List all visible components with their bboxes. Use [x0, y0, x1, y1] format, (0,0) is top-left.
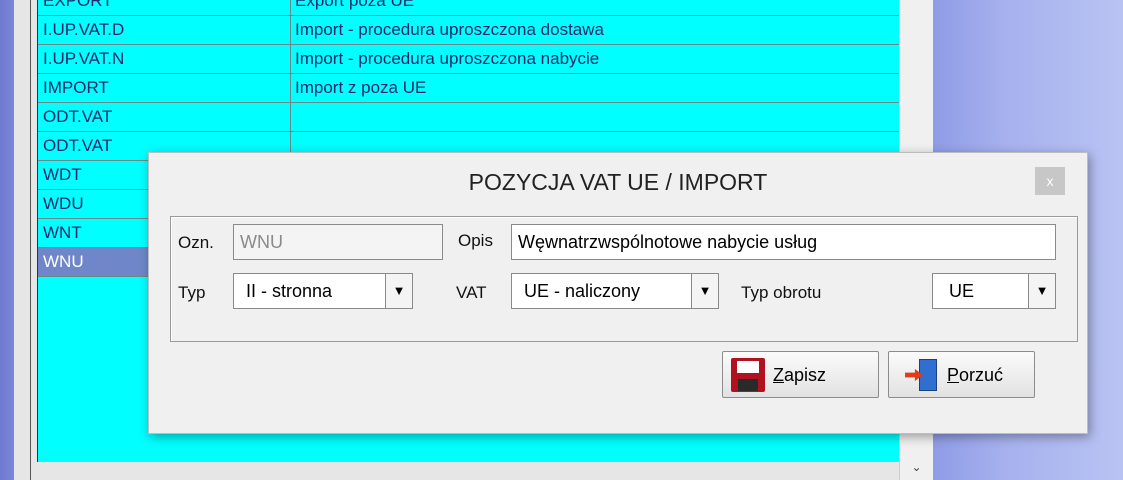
- ozn-field[interactable]: WNU: [233, 224, 443, 260]
- row-code: WDT: [43, 165, 82, 184]
- typ-dropdown[interactable]: II - stronna ▼: [233, 273, 413, 309]
- typ-obrotu-dropdown[interactable]: UE ▼: [932, 273, 1056, 309]
- row-description: Import - procedura uproszczona dostawa: [295, 20, 604, 39]
- vat-position-dialog: POZYCJA VAT UE / IMPORT x Ozn. WNU Opis …: [148, 152, 1088, 434]
- table-row[interactable]: EXPORT Export poza UE: [38, 0, 900, 16]
- row-code: I.UP.VAT.N: [43, 49, 125, 68]
- row-code: WNT: [43, 223, 82, 242]
- row-code: I.UP.VAT.D: [43, 20, 125, 39]
- table-row[interactable]: I.UP.VAT.N Import - procedura uproszczon…: [38, 45, 900, 74]
- typ-label: Typ: [178, 283, 206, 302]
- row-code: WNU: [43, 252, 84, 271]
- row-code: ODT.VAT: [43, 107, 113, 126]
- save-button-label: Zapisz: [773, 365, 827, 385]
- column-separator: [290, 103, 291, 132]
- row-code: ODT.VAT: [43, 136, 113, 155]
- row-code: WDU: [43, 194, 84, 213]
- row-code: IMPORT: [43, 78, 109, 97]
- exit-door-icon: [905, 359, 939, 391]
- desktop-background-left: [0, 0, 14, 480]
- row-description: Import z poza UE: [295, 78, 427, 97]
- row-description: Export poza UE: [295, 0, 415, 10]
- floppy-disk-icon: [731, 358, 765, 392]
- dialog-title: POZYCJA VAT UE / IMPORT: [468, 169, 768, 195]
- vat-label: VAT: [456, 283, 487, 302]
- column-separator: [290, 0, 291, 16]
- table-row[interactable]: ODT.VAT: [38, 103, 900, 132]
- row-code: EXPORT: [43, 0, 113, 10]
- column-separator: [290, 45, 291, 74]
- column-separator: [290, 74, 291, 103]
- ozn-label: Ozn.: [178, 233, 214, 252]
- vat-dropdown[interactable]: UE - naliczony ▼: [511, 273, 719, 309]
- chevron-down-icon[interactable]: ▼: [691, 274, 718, 308]
- chevron-down-icon[interactable]: ▼: [1028, 274, 1055, 308]
- close-button[interactable]: x: [1035, 167, 1065, 195]
- save-button[interactable]: Zapisz: [722, 351, 879, 398]
- typ-obrotu-label: Typ obrotu: [741, 283, 822, 302]
- fields-panel: Ozn. WNU Opis Węwnatrzwspólnotowe nabyci…: [170, 216, 1078, 342]
- cancel-button-label: Porzuć: [947, 365, 1004, 385]
- table-row[interactable]: IMPORT Import z poza UE: [38, 74, 900, 103]
- opis-field[interactable]: Węwnatrzwspólnotowe nabycie usług: [511, 224, 1056, 260]
- cancel-button[interactable]: Porzuć: [888, 351, 1035, 398]
- window-border: [30, 0, 31, 480]
- vat-dropdown-value: UE - naliczony: [524, 281, 641, 301]
- opis-label: Opis: [458, 231, 493, 250]
- column-separator: [290, 16, 291, 45]
- chevron-down-icon[interactable]: ▼: [385, 274, 412, 308]
- scroll-down-icon[interactable]: ⌄: [900, 460, 933, 478]
- row-description: Import - procedura uproszczona nabycie: [295, 49, 600, 68]
- typ-obrotu-dropdown-value: UE: [949, 281, 975, 301]
- table-row[interactable]: I.UP.VAT.D Import - procedura uproszczon…: [38, 16, 900, 45]
- typ-dropdown-value: II - stronna: [246, 281, 333, 301]
